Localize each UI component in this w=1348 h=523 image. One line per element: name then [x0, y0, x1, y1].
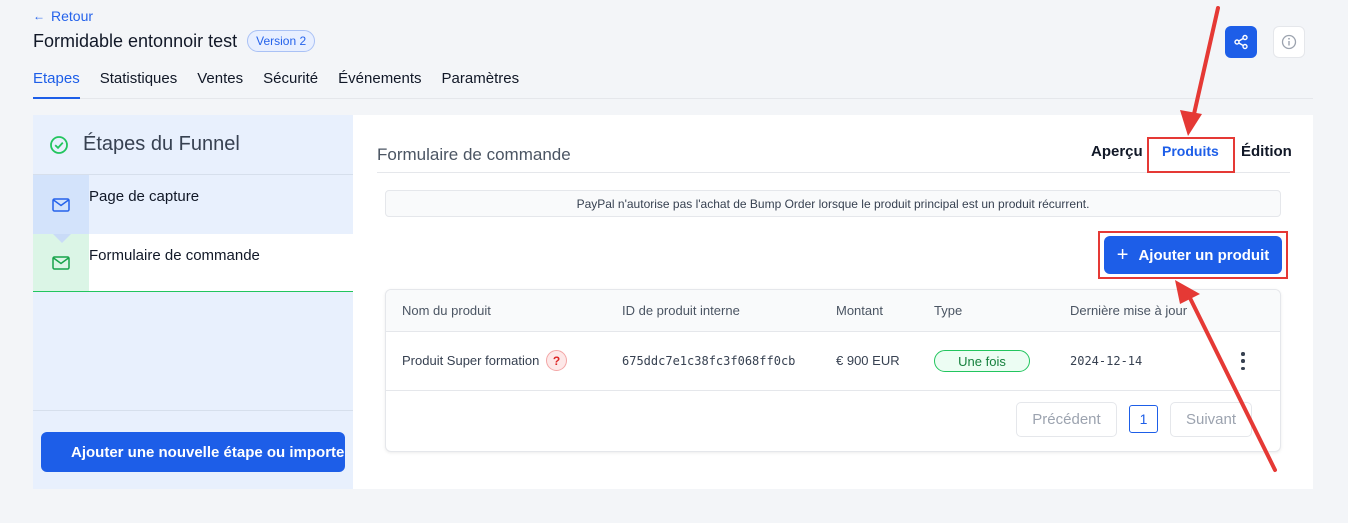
tab-evenements[interactable]: Événements	[338, 68, 421, 99]
sidebar-step-page-de-capture[interactable]: Page de capture	[33, 175, 353, 234]
tab-parametres[interactable]: Paramètres	[442, 68, 520, 99]
pagination-next-button[interactable]: Suivant	[1170, 402, 1252, 437]
tab-statistiques[interactable]: Statistiques	[100, 68, 178, 99]
back-link[interactable]: ← Retour	[33, 8, 93, 24]
sidebar-title: Étapes du Funnel	[83, 133, 240, 155]
page-title-row: Formidable entonnoir test Version 2	[33, 30, 316, 52]
tab-apercu[interactable]: Aperçu	[1091, 143, 1143, 160]
plus-icon: +	[1116, 243, 1129, 266]
pagination-prev-button[interactable]: Précédent	[1016, 402, 1117, 437]
col-header-name: Nom du produit	[402, 303, 491, 318]
add-step-button[interactable]: Ajouter une nouvelle étape ou importer	[41, 432, 345, 472]
table-row: Produit Super formation ? 675ddc7e1c38fc…	[386, 332, 1280, 391]
product-amount: € 900 EUR	[836, 353, 900, 368]
product-name: Produit Super formation	[402, 353, 540, 368]
help-icon[interactable]: ?	[546, 350, 567, 371]
check-circle-icon	[50, 135, 68, 154]
mail-icon	[52, 197, 70, 212]
paypal-notice: PayPal n'autorise pas l'achat de Bump Or…	[385, 190, 1281, 217]
mail-icon	[52, 255, 70, 270]
table-header: Nom du produit ID de produit interne Mon…	[386, 290, 1280, 332]
tab-edition[interactable]: Édition	[1241, 143, 1292, 160]
sidebar-header: Étapes du Funnel	[33, 115, 353, 175]
col-header-id: ID de produit interne	[622, 303, 740, 318]
add-product-button[interactable]: + Ajouter un produit	[1104, 236, 1282, 274]
main-panel: Aperçu Produits Édition Formulaire de co…	[353, 115, 1313, 489]
info-button[interactable]	[1273, 26, 1305, 58]
col-header-updated: Dernière mise à jour	[1070, 303, 1188, 318]
share-button[interactable]	[1225, 26, 1257, 58]
product-id: 675ddc7e1c38fc3f068ff0cb	[622, 354, 796, 368]
step-label: Page de capture	[89, 175, 353, 234]
col-header-amount: Montant	[836, 303, 883, 318]
sidebar-footer: Ajouter une nouvelle étape ou importer	[33, 410, 353, 489]
page-title: Formidable entonnoir test	[33, 30, 238, 51]
section-title: Formulaire de commande	[377, 145, 571, 164]
sidebar-step-formulaire-de-commande[interactable]: Formulaire de commande	[33, 234, 353, 292]
tab-etapes[interactable]: Etapes	[33, 68, 80, 99]
step-label: Formulaire de commande	[89, 234, 353, 291]
type-badge: Une fois	[934, 350, 1030, 372]
version-badge: Version 2	[247, 30, 316, 52]
product-updated: 2024-12-14	[1070, 354, 1143, 368]
share-icon	[1234, 34, 1248, 50]
pagination-page-1[interactable]: 1	[1129, 405, 1158, 433]
main-tabs: Etapes Statistiques Ventes Sécurité Évén…	[33, 68, 1313, 99]
tab-securite[interactable]: Sécurité	[263, 68, 318, 99]
info-icon	[1281, 34, 1297, 50]
add-product-label: Ajouter un produit	[1138, 246, 1270, 264]
annotation-box-add-product: + Ajouter un produit	[1098, 231, 1288, 279]
col-header-type: Type	[934, 303, 963, 318]
funnel-sidebar: Étapes du Funnel Page de capture Formula…	[33, 115, 353, 489]
back-label: Retour	[51, 8, 94, 24]
products-table: Nom du produit ID de produit interne Mon…	[385, 289, 1281, 452]
tab-ventes[interactable]: Ventes	[197, 68, 243, 99]
annotation-box-produits	[1147, 137, 1235, 173]
row-menu-kebab-icon[interactable]	[1238, 352, 1248, 370]
arrow-left-icon: ←	[33, 9, 45, 23]
step-connector-arrow	[53, 234, 71, 243]
